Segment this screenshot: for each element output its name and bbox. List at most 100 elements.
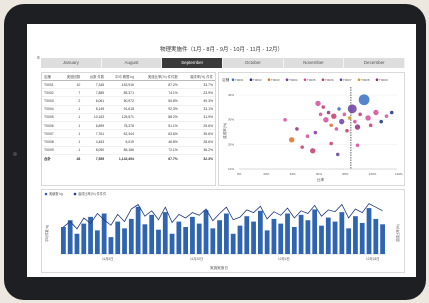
table-cell: T0007	[42, 129, 60, 139]
legend-swatch-line	[73, 192, 77, 196]
y-tick-label: 20%	[228, 142, 234, 146]
table-cell: T0006	[42, 121, 60, 131]
bar	[244, 216, 250, 254]
bar	[257, 210, 263, 254]
table-row[interactable]: T0008 1 4,463 6,019 46.8% 28.6%	[42, 137, 215, 147]
bar	[142, 224, 148, 254]
table-cell: 23.9%	[179, 88, 215, 98]
y-axis-label-left: 平均件数 kg	[44, 225, 49, 242]
table-cell: 7,345	[82, 80, 107, 90]
scatter-point	[326, 110, 331, 115]
legend-label: T0004	[289, 78, 298, 82]
table-cell: 33.7%	[179, 80, 215, 90]
table-row[interactable]: T0002 7 7,889 85,371 74.1% 23.9%	[42, 88, 215, 98]
bar	[312, 209, 318, 254]
bar	[224, 213, 229, 254]
month-tab-december[interactable]: December	[344, 58, 406, 68]
table-cell: 6,061	[82, 96, 107, 106]
month-tab-january[interactable]: January	[41, 58, 102, 68]
table-cell: T0009	[42, 146, 60, 155]
legend-swatch	[303, 78, 307, 81]
table-cell: 33.1%	[179, 105, 215, 114]
month-tab-october[interactable]: October	[223, 58, 284, 68]
column-header[interactable]: 実施比率(%) 件件数	[135, 73, 180, 81]
table-total-row: 合計 48 7,555 1,142,494 67.7% 32.3%	[42, 153, 215, 163]
table-cell: 6,019	[106, 137, 136, 147]
scatter-point	[373, 109, 379, 116]
table-row[interactable]: T0007 1 7,761 62,344 63.6% 35.6%	[42, 129, 215, 139]
bar	[339, 212, 345, 254]
table-cell: 25.6%	[179, 121, 215, 131]
x-tick-label: 12月4日	[278, 257, 290, 261]
table-cell: 50,972	[106, 96, 136, 106]
bar	[346, 228, 352, 254]
y-axis-label: 達成率(%)	[222, 123, 227, 139]
scatter-point	[315, 100, 321, 107]
table-cell: 62,344	[106, 129, 136, 139]
bar	[128, 218, 134, 254]
bar	[74, 233, 80, 254]
column-header[interactable]: 平均 期間 kg	[106, 73, 136, 81]
x-tick-label: 20%	[263, 172, 269, 176]
column-header[interactable]: 達成率(%) 件件	[179, 73, 215, 81]
scatter-point	[347, 116, 352, 120]
legend-label: 達成比率(%) 件件件	[78, 191, 107, 196]
table-cell: 51.1%	[135, 121, 180, 131]
column-header[interactable]: 実施回数	[59, 73, 83, 81]
scatter-point	[337, 107, 341, 111]
table-row[interactable]: T0009 1 8,090 85,186 72.1% 36.2%	[42, 146, 215, 155]
legend-label: 実績数 kg	[49, 191, 63, 196]
legend-label: T0005	[307, 78, 316, 82]
table-cell: T0005	[42, 113, 60, 122]
legend-label: T0009	[379, 78, 388, 82]
table-total-cell: 合計	[42, 153, 60, 163]
table-cell: 8,090	[82, 146, 107, 155]
scatter-point	[321, 105, 326, 109]
legend-swatch	[339, 78, 343, 81]
legend-label: T0001	[235, 78, 244, 82]
x-tick-label: 40%	[290, 172, 296, 176]
page-title: 物理実施件（1月 - 8月 - 9月 - 10月 - 11月 - 12月）	[159, 47, 284, 53]
table-row[interactable]: T0006 1 6,899 78,378 51.1% 25.6%	[42, 121, 215, 131]
bar	[156, 229, 161, 254]
x-tick-label: 100%	[369, 172, 377, 176]
table-row[interactable]: T0003 2 6,061 50,972 50.8% 49.3%	[42, 96, 215, 106]
bar	[94, 230, 100, 254]
table-cell: 1	[59, 113, 83, 122]
month-tab-august[interactable]: August	[102, 58, 163, 68]
scatter-point	[300, 145, 304, 149]
scatter-point	[339, 118, 345, 125]
legend-label: T0006	[325, 78, 334, 82]
table-row[interactable]: T0005 1 10,163 125,571 88.2% 31.9%	[42, 113, 215, 122]
bar	[162, 212, 168, 254]
bar	[108, 237, 114, 254]
column-header[interactable]: 店舗	[42, 73, 60, 81]
legend-title: 店舗	[222, 77, 230, 82]
y-axis-label-right: 達成比率(%)	[395, 224, 400, 242]
bar	[176, 221, 182, 254]
table-row[interactable]: T0004 1 8,149 91,618 92.3% 33.1%	[42, 105, 215, 114]
scatter-point	[288, 137, 295, 143]
column-header[interactable]: 台数 件数	[82, 73, 107, 81]
tablet-frame: 物理実施件（1月 - 8月 - 9月 - 10月 - 11月 - 12月） ≡ …	[4, 4, 426, 300]
x-axis-label: 実施実施日	[210, 265, 228, 270]
scatter-point	[345, 128, 349, 133]
menu-icon[interactable]: ≡	[37, 55, 40, 61]
bar	[271, 218, 277, 254]
bar	[115, 221, 121, 254]
month-tab-november[interactable]: November	[284, 58, 345, 68]
bar	[278, 223, 284, 254]
y-tick-label: 30%	[228, 118, 234, 122]
bar	[135, 206, 141, 254]
bar	[285, 213, 290, 254]
table-cell: 1	[59, 137, 83, 147]
legend-label: T0007	[343, 78, 352, 82]
screen: 物理実施件（1月 - 8月 - 9月 - 10月 - 11月 - 12月） ≡ …	[27, 24, 416, 277]
scatter-point	[310, 148, 316, 154]
x-axis-label: 比率	[317, 177, 325, 182]
scatter-point	[384, 114, 389, 118]
table-row[interactable]: T0001 10 7,345 153,916 87.2% 33.7%	[42, 80, 215, 90]
month-tab-september[interactable]: September	[162, 58, 224, 68]
scatter-point	[329, 123, 333, 128]
legend-label: T0002	[253, 78, 262, 82]
